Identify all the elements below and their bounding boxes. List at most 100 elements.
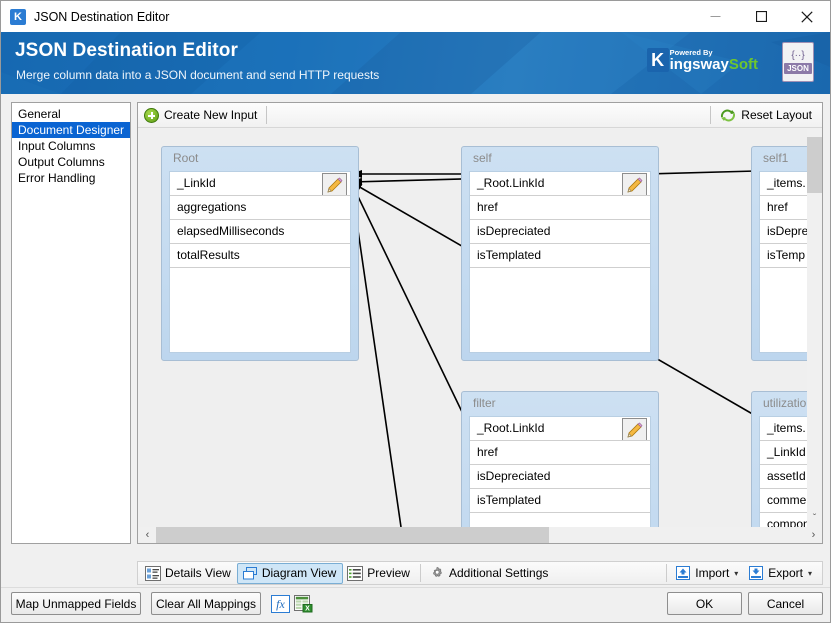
window-title: JSON Destination Editor bbox=[34, 9, 170, 24]
toolbar-separator bbox=[266, 106, 268, 124]
sidebar-item-error-handling[interactable]: Error Handling bbox=[12, 170, 130, 186]
edit-pencil-icon[interactable] bbox=[322, 173, 347, 195]
field-row[interactable]: _Root.LinkId bbox=[470, 417, 650, 441]
map-unmapped-fields-button[interactable]: Map Unmapped Fields bbox=[11, 592, 141, 615]
json-destination-editor-window: K JSON Destination Editor JSON Destinati… bbox=[0, 0, 831, 623]
field-row[interactable]: _LinkId bbox=[170, 172, 350, 196]
tab-label: Additional Settings bbox=[448, 566, 549, 580]
canvas-horizontal-scrollbar[interactable]: ‹ › bbox=[139, 527, 822, 543]
field-label: _Root.LinkId bbox=[477, 421, 545, 435]
json-logo-label: JSON bbox=[784, 63, 812, 74]
plus-icon bbox=[144, 107, 159, 123]
kingsway-label: ingsway bbox=[669, 56, 729, 73]
export-button[interactable]: Export ▾ bbox=[744, 562, 818, 584]
banner-heading: JSON Destination Editor bbox=[15, 40, 238, 61]
diagram-view-icon bbox=[242, 566, 258, 581]
export-label: Export bbox=[768, 566, 803, 580]
field-row[interactable]: totalResults bbox=[170, 244, 350, 268]
powered-by-label: Powered By bbox=[669, 47, 713, 57]
chevron-down-icon[interactable]: ▾ bbox=[734, 569, 738, 578]
title-bar: K JSON Destination Editor bbox=[1, 1, 830, 32]
kingswaysoft-k-icon: K bbox=[646, 48, 669, 72]
field-row[interactable]: isDepreciated bbox=[470, 220, 650, 244]
settings-tree[interactable]: General Document Designer Input Columns … bbox=[11, 102, 131, 544]
designer-toolbar: Create New Input Reset Layout bbox=[138, 103, 822, 128]
tab-additional-settings[interactable]: Additional Settings bbox=[425, 562, 554, 584]
export-icon bbox=[748, 565, 764, 581]
details-view-icon bbox=[145, 565, 161, 581]
diagram-node-self[interactable]: self _Root.LinkId href isDepreciated isT… bbox=[461, 146, 659, 361]
diagram-node-filter[interactable]: filter _Root.LinkId href isDepreciated i… bbox=[461, 391, 659, 527]
node-title-filter: filter bbox=[473, 396, 496, 410]
canvas-vscroll-thumb[interactable] bbox=[807, 137, 822, 193]
diagram-canvas[interactable]: Root _LinkId aggregations elapsedMillise… bbox=[139, 129, 822, 527]
tab-actions-separator bbox=[666, 564, 668, 582]
svg-text:fx: fx bbox=[276, 597, 285, 611]
hscroll-left-arrow[interactable]: ‹ bbox=[139, 527, 156, 543]
tab-details-view[interactable]: Details View bbox=[141, 562, 237, 584]
maximize-button[interactable] bbox=[738, 1, 784, 32]
banner-subheading: Merge column data into a JSON document a… bbox=[16, 68, 380, 82]
export-grid-icon[interactable]: X bbox=[293, 593, 315, 614]
tab-label: Diagram View bbox=[261, 566, 337, 580]
canvas-vertical-scrollbar[interactable]: ˇ bbox=[807, 129, 822, 527]
chevron-down-icon[interactable]: ▾ bbox=[808, 569, 812, 578]
field-label: _LinkId bbox=[177, 176, 216, 190]
field-row[interactable]: href bbox=[470, 196, 650, 220]
sidebar-item-input-columns[interactable]: Input Columns bbox=[12, 138, 130, 154]
diagram-node-root[interactable]: Root _LinkId aggregations elapsedMillise… bbox=[161, 146, 359, 361]
cancel-button[interactable]: Cancel bbox=[748, 592, 823, 615]
field-row[interactable]: aggregations bbox=[170, 196, 350, 220]
fx-icon[interactable]: fx bbox=[269, 593, 291, 614]
svg-text:X: X bbox=[305, 605, 310, 612]
import-icon bbox=[675, 565, 691, 581]
node-fields-root: _LinkId aggregations elapsedMilliseconds… bbox=[169, 171, 351, 353]
field-row[interactable]: href bbox=[470, 441, 650, 465]
footer-divider bbox=[1, 587, 830, 588]
sidebar-item-document-designer[interactable]: Document Designer bbox=[12, 122, 130, 138]
minimize-button[interactable] bbox=[692, 1, 738, 32]
field-row[interactable]: isDepreciated bbox=[470, 465, 650, 489]
node-title-root: Root bbox=[173, 151, 199, 165]
app-icon: K bbox=[10, 8, 26, 25]
field-row[interactable]: isTemplated bbox=[470, 244, 650, 268]
close-button[interactable] bbox=[784, 1, 830, 32]
tab-label: Details View bbox=[165, 566, 231, 580]
json-brace-glyph: {··} bbox=[791, 50, 805, 61]
json-document-icon: {··} JSON bbox=[782, 42, 814, 82]
field-row[interactable]: isTemplated bbox=[470, 489, 650, 513]
node-title-self: self bbox=[473, 151, 492, 165]
toolbar-separator-right bbox=[710, 106, 712, 124]
tab-diagram-view[interactable]: Diagram View bbox=[236, 562, 344, 584]
hscroll-track[interactable] bbox=[156, 527, 805, 543]
view-tab-strip: Details View Diagram View Preview Additi… bbox=[137, 561, 823, 585]
refresh-icon bbox=[720, 108, 736, 123]
preview-icon bbox=[347, 565, 364, 581]
sidebar-item-output-columns[interactable]: Output Columns bbox=[12, 154, 130, 170]
document-designer-panel: Create New Input Reset Layout Root _Link… bbox=[137, 102, 823, 544]
field-row[interactable]: elapsedMilliseconds bbox=[170, 220, 350, 244]
reset-layout-button[interactable]: Reset Layout bbox=[714, 104, 818, 127]
node-fields-self: _Root.LinkId href isDepreciated isTempla… bbox=[469, 171, 651, 353]
tab-preview[interactable]: Preview bbox=[343, 562, 416, 584]
window-controls bbox=[692, 1, 830, 32]
reset-layout-label: Reset Layout bbox=[741, 108, 812, 122]
clear-all-mappings-button[interactable]: Clear All Mappings bbox=[151, 592, 261, 615]
node-fields-filter: _Root.LinkId href isDepreciated isTempla… bbox=[469, 416, 651, 527]
hscroll-thumb[interactable] bbox=[156, 527, 549, 543]
ok-button[interactable]: OK bbox=[667, 592, 742, 615]
sidebar-item-general[interactable]: General bbox=[12, 106, 130, 122]
kingswaysoft-logo: K Powered By ingswaySoft bbox=[646, 47, 758, 73]
edit-pencil-icon[interactable] bbox=[622, 173, 647, 195]
tab-label: Preview bbox=[367, 566, 410, 580]
canvas-vscroll-down-arrow[interactable]: ˇ bbox=[807, 511, 822, 525]
import-label: Import bbox=[695, 566, 730, 580]
create-new-input-label: Create New Input bbox=[164, 108, 258, 122]
edge-filter-to-root bbox=[350, 181, 465, 417]
create-new-input-button[interactable]: Create New Input bbox=[138, 104, 263, 127]
import-button[interactable]: Import ▾ bbox=[671, 562, 744, 584]
hscroll-right-arrow[interactable]: › bbox=[805, 527, 822, 543]
edit-pencil-icon[interactable] bbox=[622, 418, 647, 440]
field-row[interactable]: _Root.LinkId bbox=[470, 172, 650, 196]
field-label: _Root.LinkId bbox=[477, 176, 545, 190]
